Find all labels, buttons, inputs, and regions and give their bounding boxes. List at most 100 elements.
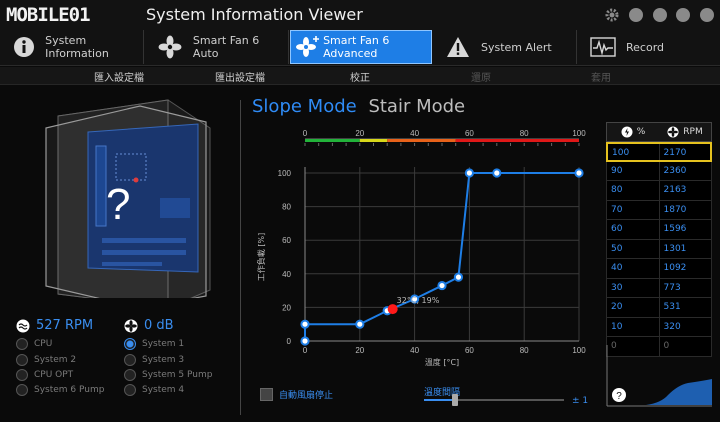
tab-label: Smart Fan 6 Auto: [192, 34, 260, 60]
radio-button[interactable]: [16, 384, 28, 396]
auto-stop-label: 自動風扇停止: [279, 391, 334, 401]
percent-cell: 50: [607, 239, 660, 258]
export-profile-button[interactable]: 匯出設定檔: [200, 69, 280, 84]
tab-label: System Alert: [481, 40, 552, 54]
rpm-cell: 1596: [663, 224, 687, 234]
fan-rpm-readout: 527 RPM: [16, 318, 93, 333]
y-tick-label: 100: [278, 169, 292, 178]
brand-text: MOBILE01: [6, 4, 91, 26]
radio-button[interactable]: [16, 354, 28, 366]
fan-source-cpu-opt[interactable]: CPU OPT: [16, 369, 73, 381]
current-operating-point: [387, 304, 398, 315]
gear-icon[interactable]: [605, 8, 619, 22]
fan-curve-line: [304, 172, 579, 341]
temperature-interval-slider[interactable]: [424, 394, 564, 406]
fan-source-system-6-pump[interactable]: System 6 Pump: [16, 384, 104, 396]
x-tick-label: 60: [465, 346, 474, 355]
percent-cell: 40: [607, 259, 660, 278]
radio-button[interactable]: [124, 384, 136, 396]
main-tabs: System Information Smart Fan 6 Auto Smar…: [0, 30, 720, 66]
x-tick-label: 80: [520, 346, 529, 355]
fan-curve-point[interactable]: [300, 319, 310, 329]
sub-toolbar: 匯入設定檔 匯出設定檔 校正 還原 套用: [0, 67, 720, 85]
fan-curve-point[interactable]: [355, 319, 365, 329]
close-icon[interactable]: [676, 8, 690, 22]
tab-record[interactable]: Record: [578, 30, 720, 64]
x-tick-label: 100: [572, 346, 586, 355]
fan-curve-chart[interactable]: 0 20 40 60 80 100 0 20 40 60 80 100 0 20 40 60 80 100 溫度 […: [250, 126, 595, 381]
apply-button[interactable]: 套用: [561, 69, 641, 84]
waveform-icon: [588, 34, 618, 60]
y-tick-label: 60: [282, 236, 291, 245]
radio-button[interactable]: [124, 354, 136, 366]
tab-label: Smart Fan 6 Advanced: [323, 34, 390, 60]
radio-button[interactable]: [16, 369, 28, 381]
help-icon[interactable]: ?: [612, 388, 626, 402]
fan-curve-point[interactable]: [300, 336, 310, 346]
fan-source-system-4[interactable]: System 4: [124, 384, 184, 396]
import-profile-button[interactable]: 匯入設定檔: [79, 69, 159, 84]
rpm-table-row[interactable]: 70 1870: [606, 200, 712, 220]
pc-case-illustration: ?: [40, 98, 212, 309]
calibrate-button[interactable]: 校正: [320, 69, 400, 84]
warning-icon: [443, 34, 473, 60]
fan-curve-point[interactable]: [464, 168, 474, 178]
fan-noise-icon: [124, 319, 138, 332]
fan-history-graph: ?: [606, 345, 712, 407]
auto-stop-checkbox[interactable]: [260, 388, 273, 401]
rpm-table-row[interactable]: 10 320: [606, 317, 712, 337]
percent-header: %: [607, 123, 659, 141]
stair-mode-tab[interactable]: Stair Mode: [368, 96, 465, 117]
percent-cell: 100: [608, 144, 660, 160]
rpm-table-row[interactable]: 20 531: [606, 298, 712, 318]
fan-curve-point[interactable]: [574, 168, 584, 178]
minimize-icon[interactable]: [629, 8, 643, 22]
y-tick-label: 40: [282, 270, 291, 279]
rpm-table-row[interactable]: 80 2163: [606, 181, 712, 201]
fan-noise-readout: 0 dB: [124, 318, 174, 333]
fan-source-system-5-pump[interactable]: System 5 Pump: [124, 369, 212, 381]
tab-smart-fan-advanced[interactable]: Smart Fan 6 Advanced: [290, 30, 432, 64]
y-tick-label: 0: [287, 337, 292, 346]
rpm-table-row[interactable]: 90 2360: [606, 161, 712, 181]
rpm-table-row[interactable]: 30 773: [606, 278, 712, 298]
svg-text:?: ?: [616, 391, 622, 402]
panel-divider: [240, 100, 241, 415]
rpm-cell: 2170: [663, 148, 687, 158]
top-scale-tick-label: 20: [355, 129, 364, 138]
radio-button-selected[interactable]: [124, 338, 136, 350]
fan-source-system-1[interactable]: System 1: [124, 338, 184, 350]
fan-curve-point[interactable]: [437, 280, 447, 291]
auto-stop-toggle[interactable]: 自動風扇停止: [260, 388, 333, 401]
slider-thumb[interactable]: [451, 394, 458, 406]
rpm-table-row[interactable]: 40 1092: [606, 259, 712, 279]
current-operating-label: 32°C, 19%: [397, 296, 440, 305]
rpm-table-row[interactable]: 60 1596: [606, 220, 712, 240]
fan-curve-point[interactable]: [492, 168, 502, 178]
rpm-table-row[interactable]: 50 1301: [606, 239, 712, 259]
rpm-table-row[interactable]: 100 2170: [606, 142, 712, 162]
maximize-icon[interactable]: [653, 8, 667, 22]
rpm-table-header: % RPM: [606, 122, 712, 142]
radio-button[interactable]: [16, 338, 28, 350]
slope-mode-tab[interactable]: Slope Mode: [252, 96, 357, 117]
fan-source-system-2[interactable]: System 2: [16, 354, 76, 366]
title-bar: MOBILE01 System Information Viewer: [0, 0, 720, 30]
fan-rpm-value: 527 RPM: [36, 318, 94, 333]
tab-system-information[interactable]: System Information: [0, 30, 144, 64]
top-scale-tick-label: 80: [520, 129, 529, 138]
percent-cell: 90: [607, 161, 660, 180]
fan-curve-point[interactable]: [453, 272, 464, 282]
close-window-icon[interactable]: [700, 8, 714, 22]
tab-system-alert[interactable]: System Alert: [433, 30, 577, 64]
rpm-header: RPM: [659, 123, 711, 141]
tab-smart-fan-auto[interactable]: Smart Fan 6 Auto: [145, 30, 289, 64]
app-title: System Information Viewer: [146, 5, 363, 24]
fan-source-cpu[interactable]: CPU: [16, 338, 52, 350]
radio-button[interactable]: [124, 369, 136, 381]
percent-cell: 60: [607, 220, 660, 239]
fan-source-system-3[interactable]: System 3: [124, 354, 184, 366]
x-tick-label: 20: [355, 346, 364, 355]
rpm-table-body: 100 2170 90 2360 80 2163 70 1870 60 1596 50 1301 40 1…: [606, 142, 712, 357]
reset-button[interactable]: 還原: [441, 69, 521, 84]
